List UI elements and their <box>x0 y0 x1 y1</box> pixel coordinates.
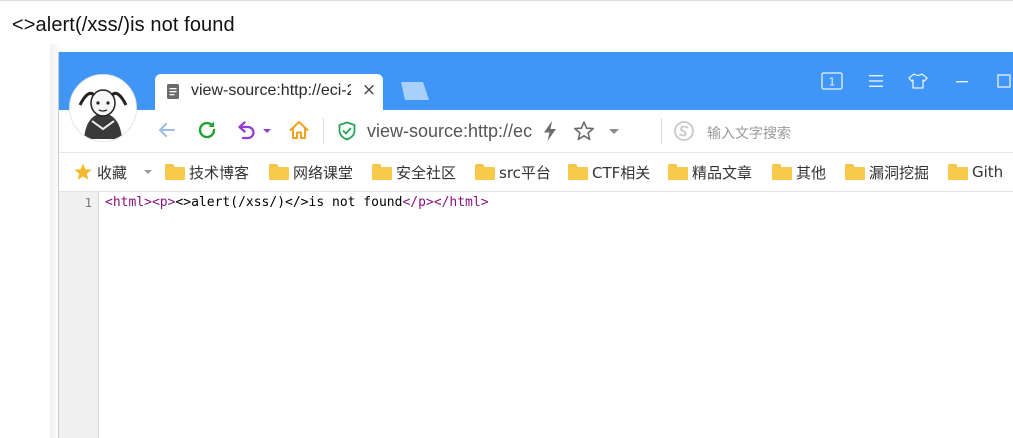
star-icon[interactable] <box>573 120 595 142</box>
tab-close-button[interactable]: × <box>361 80 377 100</box>
bookmark-label: 技术博客 <box>189 163 250 182</box>
bookmark-folder[interactable]: Gith <box>948 162 1003 182</box>
bookmark-label: CTF相关 <box>592 163 651 182</box>
bookmark-label: Gith <box>972 163 1004 181</box>
folder-icon <box>845 164 865 180</box>
folder-icon <box>165 164 185 180</box>
source-view: 1 <html><p><>alert(/xss/)</>is not found… <box>59 192 1013 438</box>
folder-icon <box>372 164 392 180</box>
reload-icon[interactable] <box>195 118 219 142</box>
search-placeholder: 输入文字搜索 <box>707 126 791 142</box>
tab-count-icon[interactable]: 1 <box>821 72 843 90</box>
tab-view-source[interactable]: view-source:http://eci-2 × <box>155 74 383 110</box>
source-tag: <html> <box>105 195 152 210</box>
folder-icon <box>269 164 289 180</box>
minimize-icon[interactable] <box>951 72 973 90</box>
page-body-text: <>alert(/xss/)is not found <box>12 14 235 36</box>
favorites-dropdown-icon <box>144 170 153 174</box>
source-tag: </p> <box>402 195 434 210</box>
bookmarks-bar: 收藏 技术博客 网络课堂 安全社区 src平台 CTF相关 精品文章 其他 漏洞… <box>59 153 1013 192</box>
bookmark-label: 其他 <box>796 163 827 182</box>
source-tag: <p> <box>151 195 176 210</box>
back-arrow-icon[interactable] <box>155 118 179 142</box>
search-field[interactable]: 输入文字搜索 <box>671 117 1013 145</box>
new-tab-button[interactable] <box>397 80 431 102</box>
maximize-icon[interactable] <box>993 72 1013 90</box>
menu-icon[interactable] <box>865 72 887 90</box>
bookmark-folder[interactable]: 精品文章 <box>668 162 752 182</box>
url-field[interactable]: view-source:http://eci-2 <box>335 117 655 145</box>
document-icon <box>167 84 179 99</box>
shield-check-icon <box>338 121 356 141</box>
folder-icon <box>772 164 792 180</box>
profile-avatar[interactable] <box>69 74 137 142</box>
title-bar: view-source:http://eci-2 × 1 <box>59 52 1013 110</box>
folder-icon <box>668 164 688 180</box>
bookmark-favorites[interactable]: 收藏 <box>73 162 155 182</box>
bookmark-label: 精品文章 <box>692 163 753 182</box>
address-bar: view-source:http://eci-2 输入文字搜索 <box>59 110 1013 153</box>
favorites-label: 收藏 <box>97 163 128 182</box>
bookmark-folder[interactable]: 其他 <box>772 162 826 182</box>
folder-icon <box>568 164 588 180</box>
bookmark-folder[interactable]: 安全社区 <box>372 162 456 182</box>
folder-icon <box>948 164 968 180</box>
browser-window: view-source:http://eci-2 × 1 view-source… <box>58 52 1013 438</box>
bookmark-label: src平台 <box>499 163 551 182</box>
source-tag: </html> <box>433 195 489 210</box>
address-dropdown-icon[interactable] <box>607 123 621 139</box>
tab-title: view-source:http://eci-2 <box>191 82 351 99</box>
page-top-border <box>0 0 1013 1</box>
avatar-cartoon-icon <box>70 75 136 141</box>
source-text: <>alert(/xss/)</>is not found <box>175 195 403 210</box>
url-text: view-source:http://eci-2 <box>367 121 533 141</box>
skin-icon[interactable] <box>907 72 929 90</box>
bookmark-label: 安全社区 <box>396 163 457 182</box>
undo-dropdown-icon[interactable] <box>261 118 273 142</box>
bookmark-folder[interactable]: 技术博客 <box>165 162 249 182</box>
bookmark-folder[interactable]: src平台 <box>475 162 551 182</box>
home-icon[interactable] <box>287 118 311 142</box>
bookmark-folder[interactable]: CTF相关 <box>568 162 650 182</box>
bookmark-label: 漏洞挖掘 <box>869 163 930 182</box>
toolbar-separator <box>661 118 662 144</box>
tab-count-value: 1 <box>829 76 836 89</box>
bookmark-folder[interactable]: 漏洞挖掘 <box>845 162 929 182</box>
line-number-gutter: 1 <box>59 192 99 438</box>
favorites-star-icon <box>74 163 92 180</box>
folder-icon <box>475 164 495 180</box>
source-line[interactable]: <html><p><>alert(/xss/)</>is not found</… <box>105 195 489 210</box>
bookmark-folder[interactable]: 网络课堂 <box>269 162 353 182</box>
line-number: 1 <box>84 196 92 210</box>
lightning-icon[interactable] <box>541 120 559 142</box>
sogou-search-icon <box>674 121 694 141</box>
bookmark-label: 网络课堂 <box>293 163 354 182</box>
toolbar-separator <box>323 118 324 144</box>
undo-close-tab-icon[interactable] <box>235 118 259 142</box>
